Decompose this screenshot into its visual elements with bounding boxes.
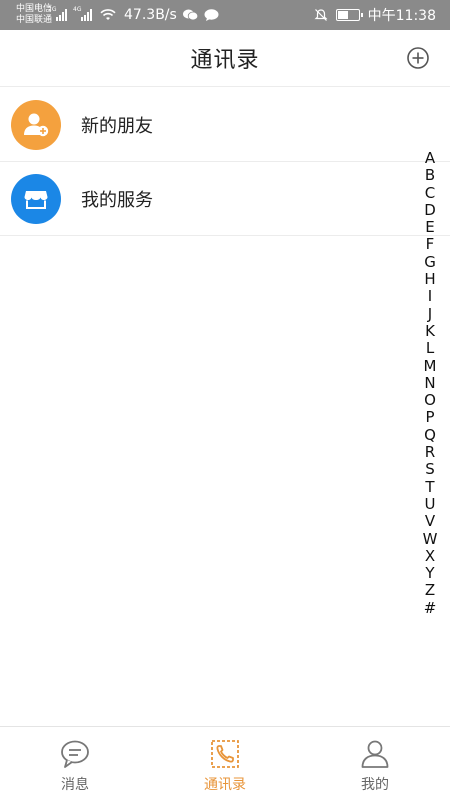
wechat-icon [182, 9, 198, 21]
wifi-icon [100, 9, 116, 20]
my-services-row[interactable]: 我的服务 [0, 162, 450, 236]
alpha-index-letter[interactable]: N [424, 374, 435, 392]
person-icon [361, 740, 389, 768]
battery-icon [335, 9, 363, 21]
tab-messages[interactable]: 消息 [0, 727, 150, 800]
alpha-index-letter[interactable]: V [425, 512, 435, 530]
alpha-index-letter[interactable]: R [425, 443, 435, 461]
add-icon[interactable] [406, 46, 430, 70]
new-friends-row[interactable]: 新的朋友 [0, 88, 450, 162]
bottom-tab-bar: 消息 通讯录 我的 [0, 726, 450, 800]
avatar [11, 99, 61, 150]
alpha-index-letter[interactable]: K [425, 322, 435, 340]
alpha-index-letter[interactable]: # [424, 599, 437, 617]
network-type-1: 2G [48, 6, 57, 13]
avatar [11, 173, 61, 224]
alpha-index-letter[interactable]: Y [425, 564, 434, 582]
alpha-index-letter[interactable]: X [425, 547, 435, 565]
carrier-1: 中国电信 [16, 4, 53, 14]
signal-icon: 2G [48, 6, 68, 21]
alpha-index-letter[interactable]: W [423, 530, 438, 548]
alpha-index-letter[interactable]: B [425, 166, 435, 184]
add-user-icon [24, 113, 49, 136]
alpha-index-letter[interactable]: H [424, 270, 435, 288]
tab-label: 通讯录 [204, 777, 246, 793]
alpha-index-letter[interactable]: A [425, 149, 435, 167]
alpha-index-letter[interactable]: F [426, 236, 435, 254]
alpha-index-letter[interactable]: I [428, 288, 432, 306]
alpha-index-letter[interactable]: S [425, 461, 435, 479]
alpha-index-letter[interactable]: Q [424, 426, 436, 444]
app-header: 通讯录 [0, 30, 450, 87]
row-label: 我的服务 [81, 189, 153, 211]
tab-label: 消息 [61, 777, 89, 793]
status-bar: 中国电信 中国联通 2G 4G 47.3B/s 中午11:38 [0, 0, 450, 30]
alpha-index-letter[interactable]: E [425, 218, 434, 236]
alpha-index-letter[interactable]: U [425, 495, 436, 513]
contacts-screen: 中国电信 中国联通 2G 4G 47.3B/s 中午11:38 通讯录 新的朋友… [0, 0, 450, 800]
alpha-index-letter[interactable]: Z [425, 582, 435, 600]
page-title: 通讯录 [190, 48, 260, 73]
store-icon [24, 190, 48, 209]
alpha-index-letter[interactable]: P [425, 409, 434, 427]
message-icon [204, 9, 219, 21]
alpha-index-letter[interactable]: J [428, 305, 432, 323]
alpha-index-letter[interactable]: O [424, 391, 436, 409]
network-speed: 47.3B/s [124, 7, 177, 23]
bell-muted-icon [314, 9, 328, 21]
tab-label: 我的 [361, 777, 389, 793]
tab-contacts[interactable]: 通讯录 [150, 727, 300, 800]
network-type-2: 4G [73, 6, 82, 13]
alpha-index-letter[interactable]: C [425, 184, 435, 202]
tab-profile[interactable]: 我的 [300, 727, 450, 800]
carrier-2: 中国联通 [16, 15, 53, 25]
alphabet-index[interactable]: A B C D E F G H I J K L M N O P Q R S T U V W X Y Z # [423, 149, 438, 617]
status-right: 中午11:38 [314, 5, 436, 25]
row-label: 新的朋友 [81, 115, 153, 137]
signal-icon-2: 4G [73, 6, 93, 21]
alpha-index-letter[interactable]: T [425, 478, 434, 496]
alpha-index-letter[interactable]: M [424, 357, 437, 375]
alpha-index-letter[interactable]: G [424, 253, 436, 271]
chat-bubble-icon [61, 740, 89, 768]
alpha-index-letter[interactable]: D [424, 201, 436, 219]
phone-book-icon [211, 740, 239, 768]
carrier-labels: 中国电信 中国联通 [16, 4, 52, 26]
alpha-index-letter[interactable]: L [426, 339, 434, 357]
clock: 中午11:38 [367, 8, 436, 24]
